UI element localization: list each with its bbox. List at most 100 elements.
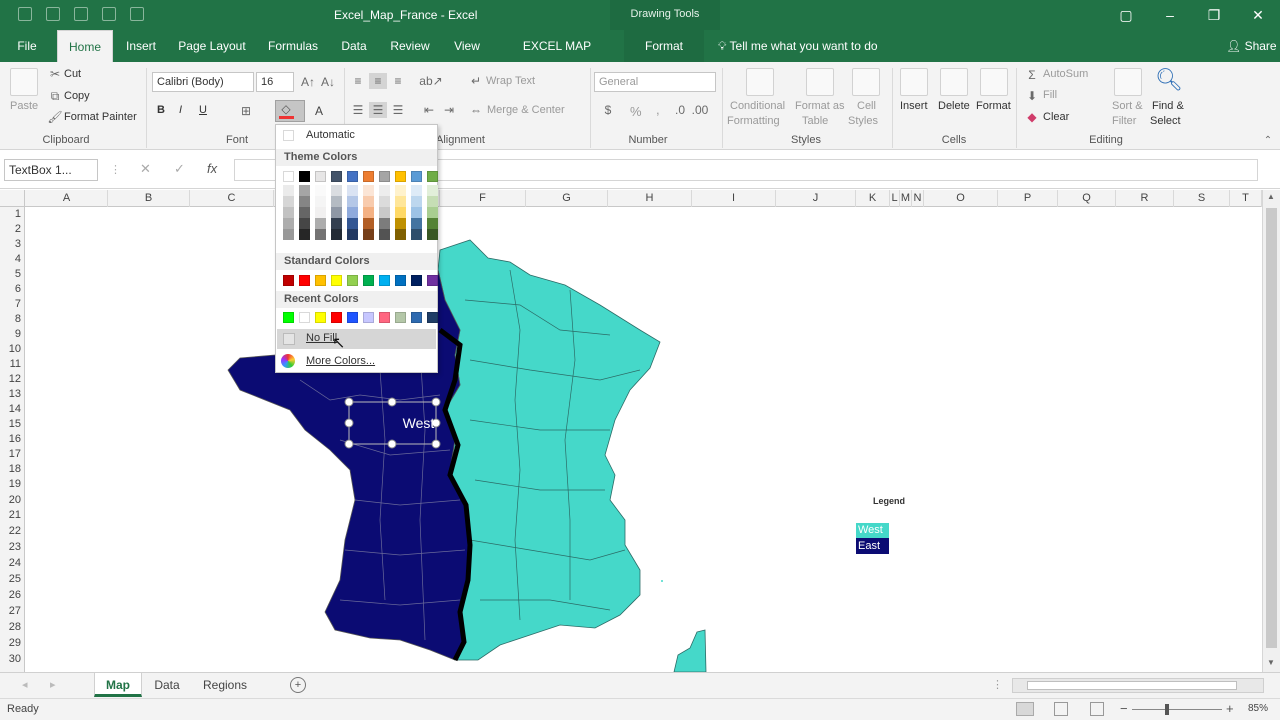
row-header[interactable]: 8	[0, 312, 25, 327]
percent-button[interactable]: %	[630, 104, 642, 119]
paste-button[interactable]: Paste	[10, 100, 38, 112]
sheet-tab-map[interactable]: Map	[94, 673, 142, 697]
theme-shade-swatch[interactable]	[315, 185, 326, 196]
autosum-button[interactable]: AutoSum	[1043, 68, 1088, 80]
copy-button[interactable]: Copy	[64, 90, 90, 102]
standard-color-swatch[interactable]	[283, 275, 294, 286]
theme-color-swatch[interactable]	[363, 171, 374, 182]
theme-shade-swatch[interactable]	[331, 185, 342, 196]
theme-color-swatch[interactable]	[379, 171, 390, 182]
column-header[interactable]: N	[912, 190, 924, 207]
shrink-font-icon[interactable]: A↓	[318, 73, 338, 91]
column-header[interactable]: P	[998, 190, 1058, 207]
theme-shade-swatch[interactable]	[395, 207, 406, 218]
row-header[interactable]: 21	[0, 508, 25, 523]
row-header[interactable]: 27	[0, 604, 25, 619]
row-header[interactable]: 19	[0, 477, 25, 492]
theme-shade-swatch[interactable]	[427, 229, 438, 240]
zoom-out-icon[interactable]: −	[1120, 701, 1128, 716]
customize-qat-icon[interactable]	[130, 7, 144, 21]
theme-shade-swatch[interactable]	[427, 207, 438, 218]
horizontal-scrollbar[interactable]	[1012, 678, 1264, 693]
scrollbar-thumb[interactable]	[1266, 208, 1277, 648]
theme-shade-swatch[interactable]	[427, 196, 438, 207]
theme-shade-swatch[interactable]	[363, 229, 374, 240]
theme-shade-swatch[interactable]	[315, 196, 326, 207]
resize-handle[interactable]	[387, 439, 397, 449]
recent-color-swatch[interactable]	[331, 312, 342, 323]
find-select-button-line2[interactable]: Select	[1150, 115, 1181, 127]
column-header[interactable]: R	[1116, 190, 1174, 207]
column-header[interactable]: A	[26, 190, 108, 207]
tab-scroll-right-icon[interactable]: ▸	[50, 678, 56, 691]
conditional-formatting-button[interactable]: Conditional	[730, 100, 785, 112]
column-header[interactable]: T	[1230, 190, 1262, 207]
row-header[interactable]: 13	[0, 387, 25, 402]
align-bottom-icon[interactable]: ≡	[389, 73, 407, 89]
tell-me-box[interactable]: 💡︎ Tell me what you want to do	[718, 39, 878, 54]
align-center-icon[interactable]: ☰	[369, 102, 387, 118]
row-header[interactable]: 6	[0, 282, 25, 297]
theme-shade-swatch[interactable]	[347, 229, 358, 240]
row-header[interactable]: 1	[0, 207, 25, 222]
column-header[interactable]: F	[440, 190, 526, 207]
theme-color-swatch[interactable]	[411, 171, 422, 182]
delete-cells-icon[interactable]	[940, 68, 968, 96]
theme-shade-swatch[interactable]	[411, 185, 422, 196]
row-header[interactable]: 10	[0, 342, 25, 357]
cut-button[interactable]: Cut	[64, 68, 81, 80]
theme-shade-swatch[interactable]	[379, 207, 390, 218]
theme-shade-swatch[interactable]	[315, 229, 326, 240]
recent-color-swatch[interactable]	[299, 312, 310, 323]
tab-format[interactable]: Format	[624, 30, 704, 62]
standard-color-swatch[interactable]	[411, 275, 422, 286]
theme-shade-swatch[interactable]	[395, 218, 406, 229]
font-size-select[interactable]: 16	[256, 72, 294, 92]
page-layout-view-icon[interactable]	[1054, 702, 1068, 716]
insert-cells-icon[interactable]	[900, 68, 928, 96]
theme-shade-swatch[interactable]	[299, 229, 310, 240]
recent-color-swatch[interactable]	[427, 312, 438, 323]
page-break-view-icon[interactable]	[1090, 702, 1104, 716]
ribbon-display-options-icon[interactable]: ▢	[1104, 0, 1148, 30]
underline-button[interactable]: U	[199, 104, 207, 116]
recent-color-swatch[interactable]	[363, 312, 374, 323]
theme-shade-swatch[interactable]	[379, 196, 390, 207]
theme-shade-swatch[interactable]	[347, 207, 358, 218]
row-header[interactable]: 17	[0, 447, 25, 462]
resize-handle[interactable]	[344, 418, 354, 428]
column-header[interactable]: L	[890, 190, 900, 207]
clear-button[interactable]: Clear	[1043, 111, 1069, 123]
decrease-indent-icon[interactable]: ⇤	[420, 102, 438, 118]
resize-handle[interactable]	[387, 397, 397, 407]
format-as-table-button[interactable]: Format as	[795, 100, 845, 112]
theme-shade-swatch[interactable]	[363, 218, 374, 229]
orientation-icon[interactable]: ab↗	[419, 73, 442, 89]
find-select-button[interactable]: Find &	[1152, 100, 1184, 112]
theme-color-swatch[interactable]	[395, 171, 406, 182]
sheet-tab-regions[interactable]: Regions	[194, 673, 256, 697]
borders-icon[interactable]: ⊞	[234, 102, 258, 120]
new-sheet-icon[interactable]: +	[290, 677, 306, 693]
recent-color-swatch[interactable]	[411, 312, 422, 323]
italic-button[interactable]: I	[179, 104, 182, 116]
recent-color-swatch[interactable]	[283, 312, 294, 323]
theme-shade-swatch[interactable]	[331, 218, 342, 229]
cell-styles-button-line2[interactable]: Styles	[848, 115, 878, 127]
row-header[interactable]: 22	[0, 524, 25, 539]
theme-shade-swatch[interactable]	[283, 229, 294, 240]
scroll-up-icon[interactable]: ▲	[1267, 192, 1275, 201]
tab-excel-map-france[interactable]: EXCEL MAP FRANCE	[500, 30, 614, 86]
zoom-in-icon[interactable]: +	[1226, 701, 1234, 716]
align-top-icon[interactable]: ≡	[349, 73, 367, 89]
west-textbox-label[interactable]: West	[375, 415, 462, 431]
standard-color-swatch[interactable]	[315, 275, 326, 286]
sort-icon[interactable]	[102, 7, 116, 21]
minimize-icon[interactable]: –	[1148, 0, 1192, 30]
theme-shade-swatch[interactable]	[411, 218, 422, 229]
theme-color-swatch[interactable]	[331, 171, 342, 182]
theme-shade-swatch[interactable]	[427, 185, 438, 196]
theme-shade-swatch[interactable]	[363, 207, 374, 218]
hscroll-thumb[interactable]	[1027, 681, 1237, 690]
resize-handle[interactable]	[431, 397, 441, 407]
